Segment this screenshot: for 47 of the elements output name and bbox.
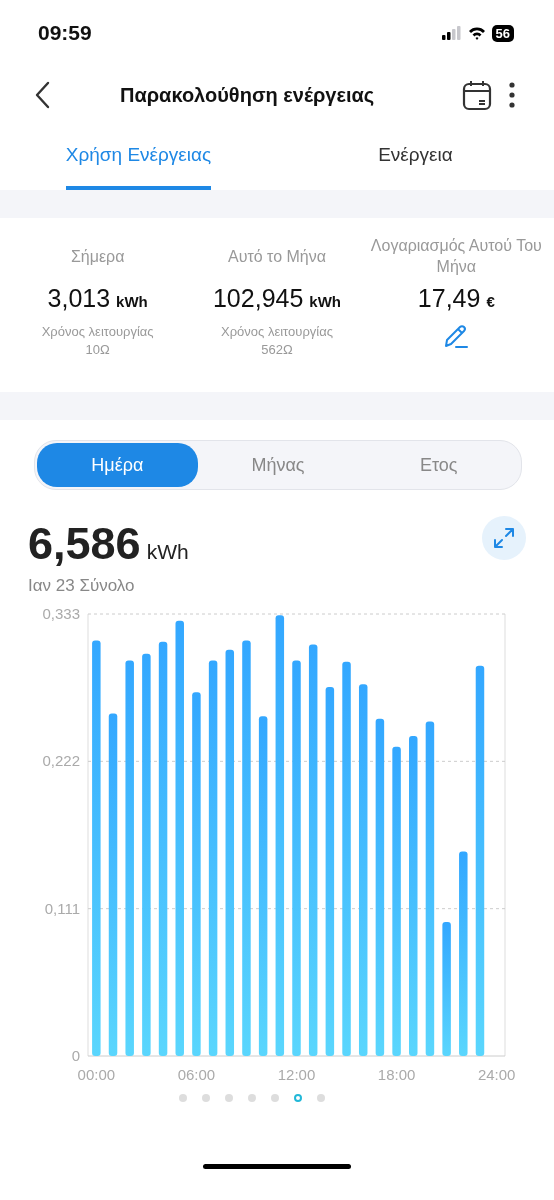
- stat-label: Αυτό το Μήνα: [228, 246, 326, 267]
- x-tick-label: 00:00: [77, 1066, 116, 1083]
- period-option[interactable]: Ημέρα: [37, 443, 198, 487]
- total-value: 6,586: [28, 518, 141, 570]
- runtime-caption: Χρόνος λειτουργίας: [41, 323, 154, 341]
- wifi-icon: [467, 26, 486, 40]
- runtime-caption: Χρόνος λειτουργίας: [221, 323, 333, 341]
- page-dot[interactable]: [225, 1094, 233, 1102]
- expand-button[interactable]: [482, 516, 526, 560]
- y-tick-label: 0,111: [44, 899, 80, 917]
- back-icon[interactable]: [34, 81, 50, 109]
- x-tick-label: 12:00: [277, 1066, 316, 1083]
- total-unit: kWh: [146, 540, 189, 564]
- screen-title: Παρακολούθηση ενέργειας: [120, 83, 376, 107]
- stat-unit: €: [486, 293, 495, 310]
- status-time: 09:59: [38, 21, 92, 45]
- page-dot[interactable]: [317, 1094, 325, 1102]
- x-tick-label: 18:00: [377, 1066, 416, 1083]
- page-dot[interactable]: [248, 1094, 256, 1102]
- y-tick-label: 0,222: [42, 752, 80, 770]
- y-tick-label: 0,333: [42, 605, 80, 622]
- stat-label: Σήμερα: [70, 246, 125, 267]
- calendar-icon[interactable]: [462, 79, 492, 111]
- stat-unit: kWh: [116, 293, 148, 310]
- stat-value: 102,945: [212, 284, 304, 313]
- signal-icon: [441, 26, 462, 40]
- stat-label: Λογαριασμός Αυτού Του Μήνα: [369, 236, 543, 277]
- expand-icon: [492, 526, 516, 550]
- page-dot[interactable]: [271, 1094, 279, 1102]
- stat-value: 17,49: [417, 284, 481, 313]
- page-dot[interactable]: [202, 1094, 210, 1102]
- edit-icon[interactable]: [443, 323, 470, 349]
- page-dot[interactable]: [179, 1094, 187, 1102]
- page-dot[interactable]: [294, 1094, 302, 1102]
- stat-value: 3,013: [47, 284, 111, 313]
- x-tick-label: 24:00: [477, 1066, 516, 1083]
- total-caption: Ιαν 23 Σύνολο: [28, 576, 136, 596]
- period-option[interactable]: Μήνας: [197, 443, 359, 487]
- x-tick-label: 06:00: [177, 1066, 216, 1083]
- more-icon[interactable]: [508, 81, 516, 109]
- runtime-hours: 10Ω: [85, 341, 110, 359]
- runtime-hours: 562Ω: [261, 341, 293, 359]
- battery-level: 56: [491, 24, 514, 42]
- y-tick-label: 0: [71, 1047, 80, 1064]
- stat-unit: kWh: [309, 293, 341, 310]
- tab[interactable]: Ενέργεια: [378, 124, 453, 190]
- period-option[interactable]: Ετος: [358, 443, 519, 487]
